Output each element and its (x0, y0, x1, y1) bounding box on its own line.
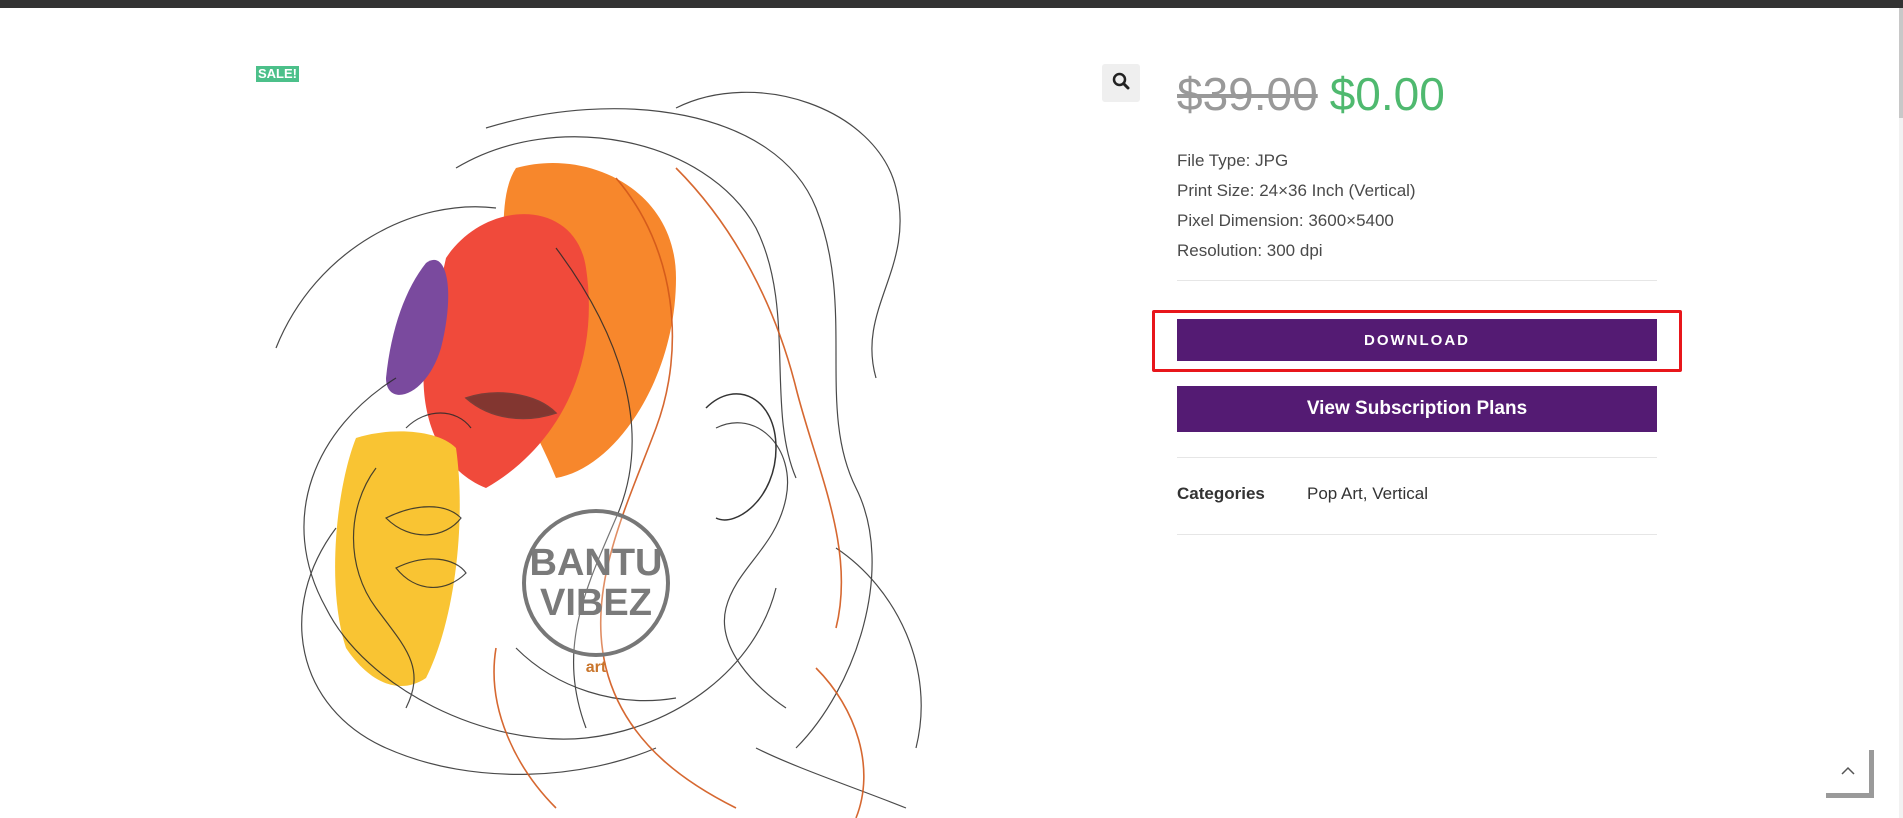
scrollbar-track[interactable] (1899, 8, 1903, 818)
divider (1177, 457, 1657, 458)
product-image[interactable]: BANTU VIBEZ art (256, 48, 976, 818)
back-to-top-button[interactable] (1826, 750, 1874, 798)
top-bar (0, 0, 1903, 8)
sale-badge: SALE! (256, 66, 299, 82)
magnifier-icon (1112, 72, 1130, 95)
category-link-pop-art[interactable]: Pop Art (1307, 484, 1363, 503)
scrollbar-thumb[interactable] (1899, 8, 1903, 118)
view-subscription-plans-button[interactable]: View Subscription Plans (1177, 386, 1657, 432)
spec-pixel-dimension: Pixel Dimension: 3600×5400 (1177, 211, 1394, 230)
spec-file-type: File Type: JPG (1177, 151, 1289, 170)
category-link-vertical[interactable]: Vertical (1372, 484, 1428, 503)
product-categories: Categories Pop Art, Vertical (1177, 484, 1428, 504)
price-new: $0.00 (1329, 68, 1445, 120)
watermark-text-bottom: VIBEZ (540, 582, 652, 624)
divider (1177, 280, 1657, 281)
price-old: $39.00 (1177, 68, 1318, 120)
chevron-up-icon (1840, 763, 1855, 781)
download-button[interactable]: DOWNLOAD (1177, 319, 1657, 361)
watermark-text-top: BANTU (530, 542, 663, 584)
spec-resolution: Resolution: 300 dpi (1177, 241, 1323, 260)
price: $39.00 $0.00 (1177, 64, 1657, 124)
divider (1177, 534, 1657, 535)
product-summary: $39.00 $0.00 File Type: JPG Print Size: … (1152, 64, 1682, 535)
watermark-text-small: art (586, 659, 607, 676)
spec-print-size: Print Size: 24×36 Inch (Vertical) (1177, 181, 1416, 200)
categories-label: Categories (1177, 484, 1265, 503)
product-specs: File Type: JPG Print Size: 24×36 Inch (V… (1177, 146, 1657, 266)
categories-values: Pop Art, Vertical (1307, 484, 1428, 504)
category-separator: , (1362, 484, 1373, 503)
zoom-button[interactable] (1102, 64, 1140, 102)
